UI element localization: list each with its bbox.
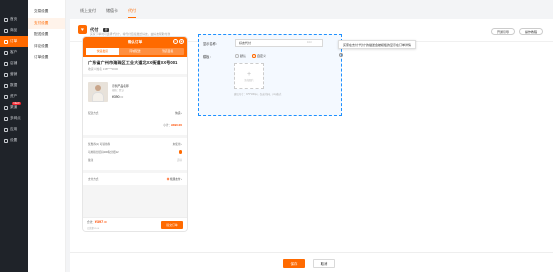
sidebar-item-label: 应用 (10, 127, 18, 131)
submit-order-button[interactable]: 提交订单 (161, 221, 183, 229)
sidebar-item-10[interactable]: 应用 (0, 124, 28, 135)
sidebar-item-label: 订单 (10, 39, 18, 43)
user-icon (4, 50, 8, 55)
tab-express[interactable]: 快递发货 (86, 48, 119, 55)
help-icon[interactable]: ? (339, 53, 343, 57)
template-label: 模板： (203, 55, 213, 59)
feature-status-tag: 开 (103, 27, 110, 32)
order-total: 合计：¥397.00 (87, 220, 107, 224)
sidebar-item-6[interactable]: 数据 (0, 80, 28, 91)
sidebar-item-8[interactable]: 渠道 NEW (0, 102, 28, 113)
sidebar-item-label: 客户 (10, 50, 18, 54)
main-content: 线上支付 储值卡 代付 ♥ 代付 开 买家下单时可选择“代付”，将代付链接发给好友，… (70, 0, 553, 272)
footer-bar: 保存 取消 (70, 252, 553, 272)
receiver-text: 收货人姓名 138****0000 (88, 67, 119, 71)
close-icon: ◉ (179, 39, 184, 44)
settings-panel: 显示名称： 好友代付 4/10 模板： 默认 自定义 + 添加图片 建议尺寸：3… (198, 34, 342, 116)
store-icon (4, 116, 8, 121)
radio-default[interactable]: 默认 (235, 54, 246, 58)
display-name-label: 显示名称： (203, 42, 219, 46)
char-count: 4/10 (307, 41, 312, 44)
tag-icon (4, 72, 8, 77)
submenu-item-4[interactable]: 订单设置 (28, 52, 65, 64)
phone-header: 确认订单 ⋯ ◉ 快递发货 同城配送 到店自提 (83, 37, 187, 57)
tab-pickup[interactable]: 到店自提 (151, 48, 184, 55)
sidebar-item-label: 多网点 (10, 116, 21, 120)
tab-0[interactable]: 线上支付 (80, 8, 96, 18)
sidebar-item-label: 首页 (10, 17, 18, 21)
sidebar-item-1[interactable]: 商品 (0, 25, 28, 36)
submenu-item-1[interactable]: 支付设置 (28, 17, 65, 29)
delivery-tabs: 快递发货 同城配送 到店自提 (86, 48, 184, 55)
plus-icon: + (246, 70, 252, 78)
checked-icon (178, 150, 182, 154)
top-tabs: 线上支付 储值卡 代付 (70, 8, 136, 18)
sidebar-item-9[interactable]: 多网点 (0, 113, 28, 124)
sidebar-item-label: 数据 (10, 83, 18, 87)
image-upload[interactable]: + 添加图片 (234, 63, 264, 89)
box-icon (4, 28, 8, 33)
subtotal-row: 小计：¥390.00 (163, 123, 182, 127)
points-row[interactable]: 可用积分抵扣200积分抵¥2 (88, 150, 182, 154)
radio-custom[interactable]: 自定义 (252, 54, 266, 58)
save-button[interactable]: 保存 (283, 259, 305, 268)
shop-icon (4, 61, 8, 66)
delivery-row[interactable]: 配送方式 快递 › (88, 111, 182, 115)
settings-icon (4, 138, 8, 143)
product-spec: 规格：默认 (112, 89, 124, 92)
main-sidebar: 首页商品订单客户店铺营销数据资产渠道 NEW 多网点应用设置 (0, 0, 28, 272)
sidebar-item-7[interactable]: 资产 (0, 91, 28, 102)
discount-note: 已优惠¥2.00 (87, 228, 100, 230)
sidebar-item-label: 商品 (10, 28, 18, 32)
order-icon (4, 39, 8, 44)
tutorial-button[interactable]: 操作教程 (518, 28, 543, 35)
open-guide-button[interactable]: 开通引导 (490, 28, 515, 35)
sidebar-item-4[interactable]: 店铺 (0, 58, 28, 69)
product-block: 示例产品名称 规格：默认 ¥390.00 配送方式 快递 › 小计：¥390.00 (83, 77, 187, 135)
sub-menu: 交易设置 支付设置 配送设置 评论设置 订单设置 (28, 0, 66, 272)
address-block[interactable]: 广东省广州市海珠区工业大道北XX街道XX号001 收货人姓名 138****00… (83, 57, 187, 74)
help-tooltip: 买家在支付“代付”的描述会被模板的显示在订单详情 (338, 40, 416, 49)
sidebar-item-label: 店铺 (10, 61, 18, 65)
new-badge: NEW (12, 102, 22, 105)
payment-method-row[interactable]: 支付方式 ◉ 找朋友付 › (83, 173, 187, 185)
address-text: 广东省广州市海珠区工业大道北XX街道XX号001 (88, 60, 178, 65)
home-icon (4, 17, 8, 22)
more-icon: ⋯ (172, 39, 178, 44)
sidebar-item-11[interactable]: 设置 (0, 135, 28, 146)
discount-block: 优惠券(1) 可领用券 未使用 › 可用积分抵扣200积分抵¥2 备注 选填 (83, 138, 187, 170)
sidebar-item-0[interactable]: 首页 (0, 14, 28, 25)
channel-icon (4, 105, 8, 110)
sidebar-item-label: 设置 (10, 138, 18, 142)
remark-row[interactable]: 备注 选填 (88, 158, 182, 162)
chart-icon (4, 83, 8, 88)
phone-title: 确认订单 (127, 40, 143, 44)
pay-feature-icon: ♥ (78, 25, 87, 34)
product-price: ¥390.00 (112, 95, 124, 99)
sidebar-item-5[interactable]: 营销 (0, 69, 28, 80)
sidebar-item-2[interactable]: 订单 (0, 36, 28, 47)
sidebar-item-label: 渠道 (10, 105, 18, 109)
sidebar-logo (0, 0, 28, 14)
phone-preview: 确认订单 ⋯ ◉ 快递发货 同城配送 到店自提 广东省广州市海珠区工业大道北XX… (82, 36, 188, 232)
sidebar-item-label: 营销 (10, 72, 18, 76)
submenu-item-2[interactable]: 配送设置 (28, 29, 65, 41)
upload-tip: 建议尺寸：375*180px，仅支持jpg、png格式 (234, 93, 282, 96)
product-image (88, 82, 108, 102)
sidebar-item-label: 资产 (10, 94, 18, 98)
coupon-row[interactable]: 优惠券(1) 可领用券 未使用 › (88, 142, 182, 146)
phone-bottom-bar: 合计：¥397.00 已优惠¥2.00 提交订单 (83, 217, 187, 231)
apps-icon (4, 127, 8, 132)
tab-1[interactable]: 储值卡 (106, 8, 118, 18)
submenu-item-3[interactable]: 评论设置 (28, 41, 65, 53)
submenu-item-0[interactable]: 交易设置 (28, 6, 65, 18)
tab-local[interactable]: 同城配送 (119, 48, 152, 55)
cancel-button[interactable]: 取消 (313, 259, 335, 268)
sidebar-item-3[interactable]: 客户 (0, 47, 28, 58)
tab-2[interactable]: 代付 (128, 8, 136, 18)
wallet-icon (4, 94, 8, 99)
